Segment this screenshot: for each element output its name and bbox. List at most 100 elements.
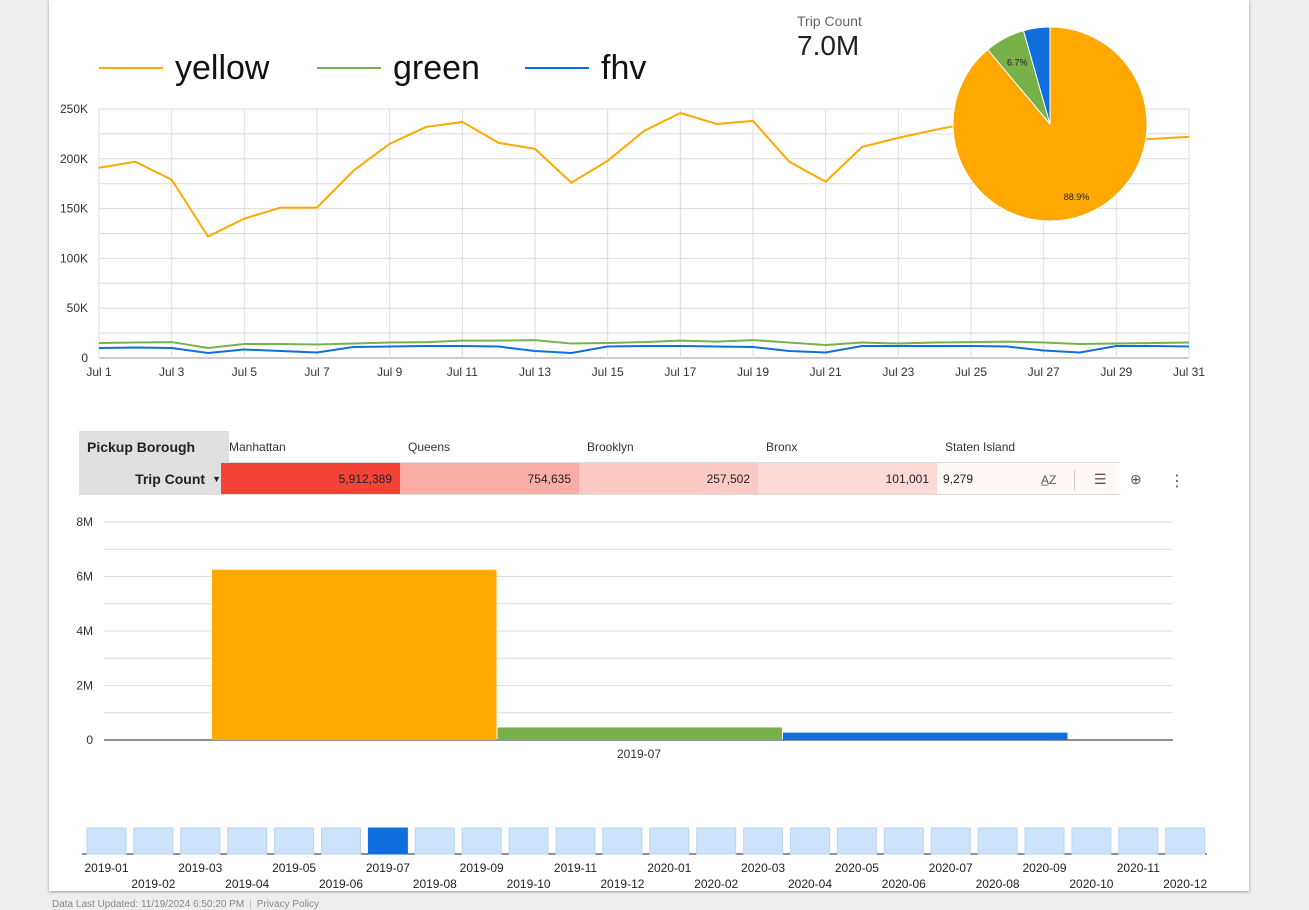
x-tick-label: Jul 15 <box>592 365 624 379</box>
privacy-policy-link[interactable]: Privacy Policy <box>257 899 319 910</box>
month-bar[interactable] <box>508 827 549 855</box>
legend-item-green[interactable]: green <box>317 48 480 88</box>
month-label: 2020-08 <box>976 877 1020 891</box>
month-bar[interactable] <box>743 827 784 855</box>
y-tick-label: 100K <box>60 251 88 265</box>
month-label: 2019-12 <box>600 877 644 891</box>
pivot-value-cell: 5,912,389 <box>221 463 400 494</box>
x-tick-label: Jul 23 <box>882 365 914 379</box>
x-tick-label: Jul 19 <box>737 365 769 379</box>
month-bar[interactable] <box>321 827 361 855</box>
month-bar[interactable] <box>414 827 455 855</box>
sort-az-icon[interactable]: A̲Z <box>1041 473 1056 487</box>
month-label: 2020-01 <box>647 861 691 875</box>
x-tick-label: Jul 17 <box>664 365 696 379</box>
pivot-column-header[interactable]: Queens <box>400 431 579 462</box>
y-tick-label: 6M <box>76 570 93 584</box>
x-tick-label: Jul 3 <box>159 365 185 379</box>
month-label: 2020-06 <box>882 877 926 891</box>
month-label: 2020-03 <box>741 861 785 875</box>
pivot-row-header[interactable]: Pickup Borough <box>79 431 229 462</box>
month-bar[interactable] <box>555 827 596 855</box>
x-tick-label: Jul 5 <box>232 365 258 379</box>
month-bar[interactable] <box>367 827 408 855</box>
month-bar[interactable] <box>1165 827 1206 855</box>
y-tick-label: 2M <box>76 679 93 693</box>
month-label: 2019-07 <box>366 861 410 875</box>
month-label: 2019-08 <box>413 877 457 891</box>
toolbar-divider <box>1074 470 1075 490</box>
legend-label-fhv: fhv <box>601 48 647 87</box>
month-label: 2019-06 <box>319 877 363 891</box>
month-range-filter[interactable]: 2019-012019-022019-032019-042019-052019-… <box>49 820 1249 891</box>
bar-yellow[interactable] <box>212 569 497 740</box>
month-bar[interactable] <box>86 827 127 855</box>
bar-fhv[interactable] <box>783 732 1068 740</box>
pie-label-yellow: 88.9% <box>1064 192 1090 202</box>
x-tick-label: Jul 29 <box>1100 365 1132 379</box>
y-tick-label: 0 <box>81 351 88 365</box>
pivot-value-cell: 9,279 <box>937 463 1116 494</box>
month-label: 2019-11 <box>554 861 597 875</box>
month-bar[interactable] <box>649 827 690 855</box>
month-bar[interactable] <box>1024 827 1065 855</box>
x-tick-label: Jul 7 <box>304 365 330 379</box>
legend-item-yellow[interactable]: yellow <box>99 48 269 88</box>
pivot-value-row: Trip Count ▼ 5,912,389 754,635 257,502 101,… <box>79 462 1119 495</box>
legend-label-yellow: yellow <box>175 48 270 87</box>
month-bar[interactable] <box>977 827 1018 855</box>
month-label: 2019-03 <box>178 861 222 875</box>
pivot-column-header[interactable]: Manhattan <box>221 431 400 462</box>
pivot-header-row: Pickup Borough Manhattan Queens Brooklyn Br… <box>79 431 1119 462</box>
legend-item-fhv[interactable]: fhv <box>525 48 646 88</box>
month-bar[interactable] <box>180 827 221 855</box>
pivot-value-cell: 101,001 <box>758 463 937 494</box>
x-tick-label: Jul 1 <box>86 365 112 379</box>
pivot-column-header[interactable]: Brooklyn <box>579 431 758 462</box>
scorecard-label: Trip Count <box>797 13 862 29</box>
month-label: 2020-11 <box>1117 861 1160 875</box>
month-bar[interactable] <box>602 827 643 855</box>
pivot-value-cell: 754,635 <box>400 463 579 494</box>
month-bar[interactable] <box>836 827 877 855</box>
month-bar[interactable] <box>227 827 268 855</box>
month-label: 2019-10 <box>507 877 551 891</box>
pivot-column-header[interactable]: Staten Island <box>937 431 1116 462</box>
month-bar[interactable] <box>930 827 971 855</box>
month-label: 2019-09 <box>460 861 504 875</box>
x-tick-label: Jul 27 <box>1028 365 1060 379</box>
month-label: 2020-10 <box>1069 877 1113 891</box>
pivot-metric-header[interactable]: Trip Count ▼ <box>79 463 231 494</box>
x-tick-label: 2019-07 <box>617 747 661 761</box>
month-label: 2019-04 <box>225 877 269 891</box>
month-bar[interactable] <box>883 827 924 855</box>
month-label: 2020-07 <box>929 861 973 875</box>
bar-chart[interactable]: 0 2M 4M 6M 8M 2019-07 <box>49 505 1249 770</box>
month-label: 2019-02 <box>131 877 175 891</box>
month-bar[interactable] <box>274 827 315 855</box>
pie-chart[interactable]: 88.9% 6.7% <box>949 22 1159 228</box>
x-tick-label: Jul 21 <box>810 365 842 379</box>
bar-green[interactable] <box>497 727 783 740</box>
month-bar[interactable] <box>1118 827 1159 855</box>
report-canvas: yellow green fhv Trip Count 7.0M 0 50K 100… <box>49 0 1249 891</box>
month-bar[interactable] <box>696 827 737 855</box>
month-bar[interactable] <box>461 827 502 855</box>
pivot-column-header[interactable]: Bronx <box>758 431 937 462</box>
month-label: 2020-02 <box>694 877 738 891</box>
month-label: 2020-09 <box>1022 861 1066 875</box>
zoom-icon[interactable]: ⊕ <box>1130 471 1142 488</box>
caret-down-icon[interactable]: ▼ <box>212 474 221 484</box>
filter-icon[interactable]: ☰ <box>1094 471 1107 488</box>
y-tick-label: 0 <box>86 733 93 747</box>
x-tick-label: Jul 25 <box>955 365 987 379</box>
series-line-fhv[interactable] <box>98 345 1190 355</box>
pivot-value-cell: 257,502 <box>579 463 758 494</box>
month-label: 2020-12 <box>1163 877 1207 891</box>
legend-label-green: green <box>393 48 480 87</box>
more-vert-icon[interactable]: ⋮ <box>1169 471 1185 491</box>
month-bar[interactable] <box>1071 827 1112 855</box>
month-bar[interactable] <box>790 827 830 855</box>
pivot-metric-label: Trip Count <box>135 470 206 487</box>
month-bar[interactable] <box>133 827 174 855</box>
